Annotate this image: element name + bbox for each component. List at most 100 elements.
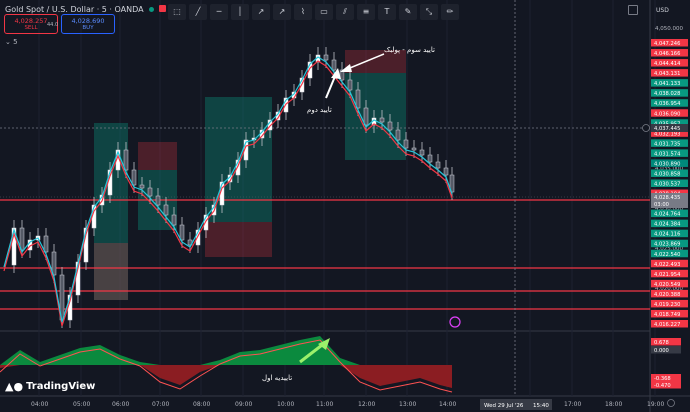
current-price-text: 4,028.435 [654,195,680,201]
price-label-text: 4,024.384 [654,222,681,228]
fib-icon[interactable]: ≡ [357,3,375,20]
time-tick-label: 11:00 [316,401,333,408]
buy-label: BUY [82,25,94,31]
price-label-text: 4,030.890 [654,161,680,167]
time-tick-label: 10:00 [277,401,294,408]
candle-body [131,169,137,186]
annotation-first-confirm: تاییدیه اول [262,374,293,382]
closed-market-icon [158,5,166,12]
time-cursor-date: Wed 29 Jul '26 [484,403,524,409]
parallel-channel-icon[interactable]: ⫽ [336,3,354,20]
candle-body [179,224,185,241]
price-label-text: 4,018.749 [654,312,680,318]
time-cursor-time: 15:40 [533,403,549,409]
currency-label: USD [656,7,669,14]
trade-zone [205,222,272,257]
candle-body [139,184,145,189]
price-label-text: 4,021.954 [654,272,681,278]
time-tick-label: 06:00 [112,401,129,408]
time-tick-label: 12:00 [358,401,375,408]
price-label-text: 4,032.193 [654,131,680,137]
add-alert-plus-icon[interactable] [642,124,650,132]
price-label-text: 4,031.574 [654,151,681,157]
time-tick-label: 09:00 [235,401,252,408]
text-icon[interactable]: T [378,3,396,20]
tradingview-logo: ▲● TradingView [5,380,95,393]
measure-icon[interactable]: ⤡ [420,3,438,20]
price-label-text: 4,022.493 [654,262,680,268]
price-label-text: 4,036.090 [654,111,680,117]
path-icon[interactable]: ⌇ [294,3,312,20]
price-label-text: 4,019.230 [654,302,680,308]
price-label-text: 4,038.028 [654,91,680,97]
brush-icon[interactable]: ✎ [399,3,417,20]
annotation-third-confirm: تایید سوم - پولبک [384,46,435,54]
tradingview-brand: TradingView [26,381,96,392]
price-label-text: 4,047.246 [654,41,680,47]
candle-body [331,59,337,71]
price-label-text: 4,022.540 [654,252,680,258]
countdown-text: 03:00 [654,202,669,208]
price-label-text: 4,023.869 [654,242,680,248]
price-label-text: 4,031.735 [654,141,680,147]
price-label-text: 4,044.414 [654,61,681,67]
candle-body [147,187,153,197]
time-tick-label: 13:00 [399,401,416,408]
price-label-text: 4,043.131 [654,71,680,77]
collapse-count: 5 [13,38,18,46]
maximize-icon[interactable] [628,5,638,15]
time-tick-label: 07:00 [152,401,169,408]
time-tick-label: 05:00 [73,401,90,408]
chevron-down-icon: ⌄ [5,38,11,46]
price-chart[interactable]: 4,050.0004,040.0004,035.0004,030.0004,02… [0,0,690,412]
arrow-icon[interactable]: ↗ [252,3,270,20]
pencil-icon[interactable]: ✏ [441,3,459,20]
spread-value: 44.0 [47,22,59,28]
ray-icon[interactable]: ↗ [273,3,291,20]
time-tick-label: 14:00 [439,401,456,408]
rectangle-icon[interactable]: ▭ [315,3,333,20]
candle-body [443,167,449,176]
candle-body [403,139,409,149]
price-label-text: 4,024.116 [654,232,680,238]
time-tick-label: 19:00 [647,401,664,408]
annotation-second-confirm: تایید دوم [307,106,332,114]
crosshair-price-text: 4,037.445 [654,126,680,132]
indicator-collapse[interactable]: ⌄ 5 [5,38,18,46]
candle-body [43,235,49,253]
candle-body [163,204,169,216]
symbol-title: Gold Spot / U.S. Dollar · 5 · OANDA [5,5,166,14]
candle-body [155,195,161,206]
price-label-text: 4,024.764 [654,212,681,218]
price-label-text: 4,020.388 [654,292,680,298]
buy-price: 4,028.690 [71,17,105,25]
candle-body [427,154,433,163]
candle-body [387,121,393,131]
trend-line-icon[interactable]: ╱ [189,3,207,20]
time-tick-label: 08:00 [193,401,210,408]
price-label-text: 4,030.537 [654,182,680,188]
price-label-text: 4,041.133 [654,81,680,87]
price-label-text: 4,036.954 [654,101,681,107]
candle-body [355,89,361,109]
candle-body [435,161,441,169]
candle-body [323,54,329,61]
trade-zone [345,73,406,160]
tradingview-logo-icon: ▲● [5,380,24,393]
time-tick-label: 04:00 [31,401,48,408]
time-tick-label: 18:00 [605,401,622,408]
candle-body [347,79,353,91]
price-label-text: 4,016.227 [654,322,680,328]
candle-body [395,129,401,141]
horizontal-line-icon[interactable]: ─ [210,3,228,20]
candle-body [379,117,385,123]
cursor-icon[interactable]: ⬚ [168,3,186,20]
vertical-line-icon[interactable]: │ [231,3,249,20]
candle-body [411,147,417,151]
osc-label-text: 0.000 [654,348,669,354]
time-tick-label: 17:00 [564,401,581,408]
drawing-toolbar: ⬚ ╱ ─ │ ↗ ↗ ⌇ ▭ ⫽ ≡ T ✎ ⤡ ✏ [168,3,459,20]
buy-button[interactable]: 4,028.690 BUY [61,14,115,34]
candle-body [419,149,425,156]
price-label-text: 4,030.858 [654,171,680,177]
